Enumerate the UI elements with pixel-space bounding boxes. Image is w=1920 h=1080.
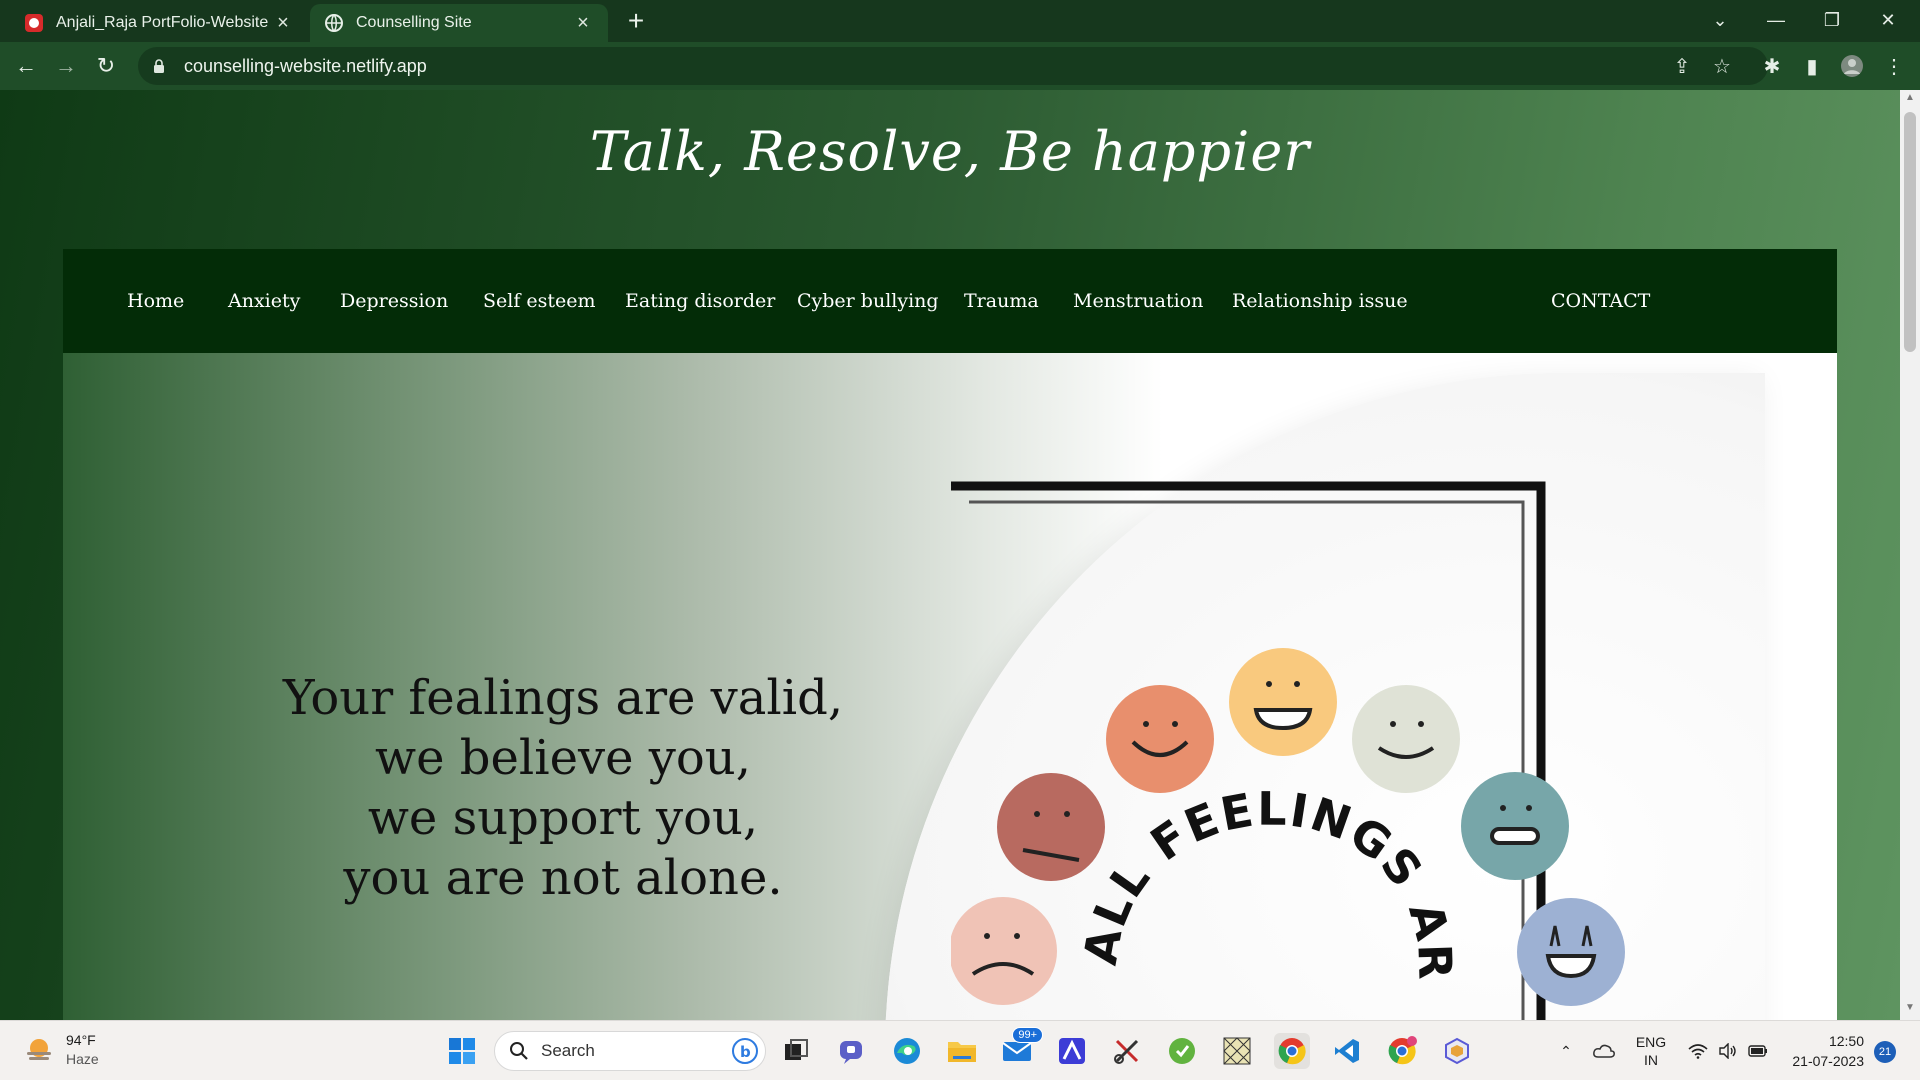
close-tab-icon[interactable]: ×	[272, 12, 294, 35]
system-clock[interactable]: 12:50 21-07-2023	[1784, 1031, 1864, 1071]
edge-browser-icon[interactable]	[889, 1033, 925, 1069]
weather-temp: 94°F	[66, 1032, 96, 1048]
teams-chat-icon[interactable]	[834, 1033, 870, 1069]
site-title: Talk, Resolve, Be happier	[589, 120, 1311, 183]
feelings-frame-image: ALL FEELINGS ARE VALID	[951, 476, 1625, 1020]
hexagon-app-icon[interactable]	[1439, 1033, 1475, 1069]
windows-start-icon[interactable]	[444, 1033, 480, 1069]
tab-title: Counselling Site	[356, 14, 472, 31]
brown-neutral-face	[997, 773, 1105, 881]
battery-icon[interactable]	[1744, 1021, 1772, 1080]
browser-menu-icon[interactable]: ⋮	[1878, 50, 1910, 82]
url-text: counselling-website.netlify.app	[184, 55, 427, 76]
page-scrollbar[interactable]: ▲ ▼	[1900, 90, 1920, 1020]
language-indicator[interactable]: ENG IN	[1628, 1021, 1674, 1080]
lock-icon	[150, 59, 168, 73]
green-app-icon[interactable]	[1164, 1033, 1200, 1069]
weather-widget[interactable]: 94°F Haze	[24, 1031, 99, 1069]
nav-eating-disorder[interactable]: Eating disorder	[625, 249, 775, 353]
nav-home[interactable]: Home	[127, 249, 184, 353]
bookmark-star-icon[interactable]: ☆	[1706, 50, 1738, 82]
svg-text:b: b	[740, 1043, 751, 1061]
haze-sun-icon	[27, 1039, 51, 1060]
file-explorer-icon[interactable]	[944, 1033, 980, 1069]
profile-avatar[interactable]	[1836, 50, 1868, 82]
pale-pink-sad-face	[951, 897, 1057, 1005]
taskbar-search[interactable]: Search b	[494, 1031, 766, 1071]
onedrive-cloud-icon[interactable]	[1588, 1021, 1620, 1080]
notification-count-badge[interactable]: 21	[1874, 1041, 1896, 1063]
tab-portfolio[interactable]: Anjali_Raja PortFolio-Website ×	[10, 4, 308, 42]
nav-self-esteem[interactable]: Self esteem	[483, 249, 596, 353]
wifi-icon[interactable]	[1684, 1021, 1712, 1080]
task-view-icon[interactable]	[778, 1033, 814, 1069]
orange-smile-face	[1106, 685, 1214, 793]
tab-search-chevron-icon[interactable]: ⌄	[1692, 0, 1748, 40]
browser-tab-strip: Anjali_Raja PortFolio-Website × Counsell…	[0, 0, 1920, 42]
teal-surprised-face	[1461, 772, 1569, 880]
windows-taskbar: 94°F Haze Search b 99+ ⌃ ENG IN 12:50 21…	[0, 1020, 1920, 1080]
back-button[interactable]: ←	[10, 50, 42, 82]
nav-trauma[interactable]: Trauma	[964, 249, 1039, 353]
search-icon	[509, 1041, 529, 1061]
clock-date: 21-07-2023	[1792, 1053, 1864, 1069]
blue-happy-face	[1517, 898, 1625, 1006]
close-window-button[interactable]: ✕	[1860, 0, 1916, 40]
clock-time: 12:50	[1828, 1033, 1864, 1049]
show-hidden-icons-chevron-icon[interactable]: ⌃	[1552, 1021, 1580, 1080]
hero-section: ALL FEELINGS ARE VALID Your fealings are…	[63, 353, 1837, 1020]
bing-icon[interactable]: b	[731, 1037, 759, 1065]
tab-title: Anjali_Raja PortFolio-Website	[56, 14, 269, 31]
nav-anxiety[interactable]: Anxiety	[228, 249, 300, 353]
new-tab-button[interactable]: +	[622, 6, 650, 36]
portfolio-favicon-icon	[24, 13, 44, 33]
hero-quote-line: we support you,	[367, 790, 759, 846]
scroll-up-icon[interactable]: ▲	[1900, 92, 1920, 108]
browser-toolbar: ← → ↻ counselling-website.netlify.app ⇪ …	[0, 42, 1920, 90]
search-label: Search	[541, 1041, 595, 1060]
nav-cyber-bullying[interactable]: Cyber bullying	[797, 249, 939, 353]
close-tab-icon[interactable]: ×	[572, 12, 594, 35]
nav-depression[interactable]: Depression	[340, 249, 448, 353]
reload-button[interactable]: ↻	[90, 50, 122, 82]
scrollbar-thumb[interactable]	[1904, 112, 1916, 352]
extensions-puzzle-icon[interactable]: ✱	[1756, 50, 1788, 82]
light-green-smile-face	[1352, 685, 1460, 793]
nav-relationship-issue[interactable]: Relationship issue	[1232, 249, 1408, 353]
hero-quote-line: you are not alone.	[343, 850, 783, 906]
region-code: IN	[1644, 1052, 1658, 1068]
yellow-grin-face	[1229, 648, 1337, 756]
weather-desc: Haze	[66, 1051, 99, 1067]
vscode-icon[interactable]	[1329, 1033, 1365, 1069]
mail-badge: 99+	[1012, 1027, 1043, 1043]
volume-icon[interactable]	[1714, 1021, 1742, 1080]
side-panel-icon[interactable]: ▮	[1796, 50, 1828, 82]
nav-menstruation[interactable]: Menstruation	[1073, 249, 1203, 353]
forward-button[interactable]: →	[50, 50, 82, 82]
chrome-active-icon[interactable]	[1274, 1033, 1310, 1069]
pattern-app-icon[interactable]	[1219, 1033, 1255, 1069]
language-code: ENG	[1635, 1034, 1667, 1050]
chrome-profile-icon[interactable]	[1384, 1033, 1420, 1069]
minimize-button[interactable]: —	[1748, 0, 1804, 40]
adobe-app-icon[interactable]	[1054, 1033, 1090, 1069]
scroll-down-icon[interactable]: ▼	[1900, 1002, 1920, 1018]
page-viewport: Talk, Resolve, Be happier Home Anxiety D…	[0, 90, 1900, 1020]
main-navbar: Home Anxiety Depression Self esteem Eati…	[63, 249, 1837, 353]
hero-quote-line: Your fealings are valid,	[282, 670, 844, 726]
share-icon[interactable]: ⇪	[1666, 50, 1698, 82]
tab-counselling[interactable]: Counselling Site ×	[310, 4, 608, 42]
nav-contact[interactable]: CONTACT	[1551, 249, 1650, 353]
hero-quote-line: we believe you,	[375, 730, 751, 786]
address-bar[interactable]: counselling-website.netlify.app	[138, 47, 1768, 85]
mail-icon[interactable]: 99+	[999, 1027, 1043, 1069]
globe-icon	[324, 13, 344, 33]
restore-button[interactable]: ❐	[1804, 0, 1860, 40]
snipping-tool-icon[interactable]	[1109, 1033, 1145, 1069]
hero-quote: Your fealings are valid, we believe you,…	[183, 668, 943, 908]
